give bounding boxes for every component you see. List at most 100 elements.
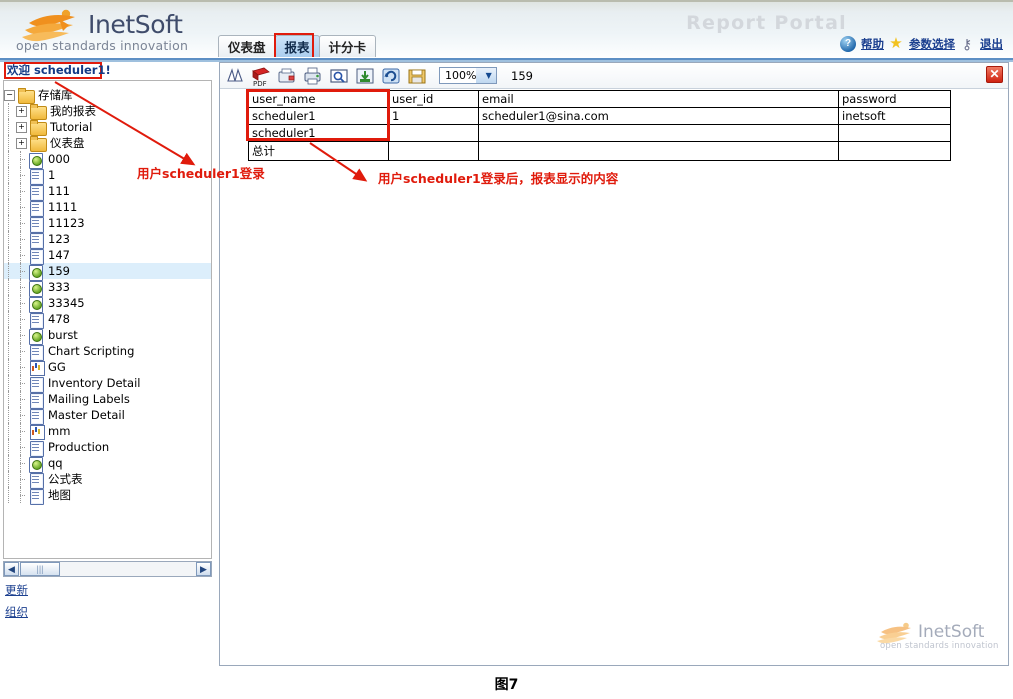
tree-item[interactable]: 地图 — [4, 487, 211, 503]
scroll-left-arrow[interactable]: ◀ — [4, 562, 19, 576]
tree-item[interactable]: + 仪表盘 — [4, 135, 211, 151]
save-icon[interactable] — [406, 65, 428, 87]
tree-item-label: GG — [48, 360, 66, 375]
logout-link[interactable]: 退出 — [980, 36, 1003, 52]
column-header: user_name — [249, 91, 389, 108]
annotation-report-content-label: 用户scheduler1登录后，报表显示的内容 — [378, 168, 618, 187]
refresh-icon[interactable] — [380, 65, 402, 87]
tree-item[interactable]: qq — [4, 455, 211, 471]
tree-guide-line — [4, 439, 13, 455]
tree-item-label: 仪表盘 — [50, 136, 85, 151]
footer-brand-tagline: open standards innovation — [880, 641, 999, 651]
scrollbar-thumb[interactable]: ||| — [20, 562, 60, 576]
tree-guide-line — [16, 423, 25, 439]
tree-item[interactable]: Production — [4, 439, 211, 455]
table-cell — [839, 142, 951, 161]
tab-scorecard[interactable]: 计分卡 — [319, 35, 377, 59]
scrollbar-track[interactable] — [60, 562, 196, 576]
tree-guide-line — [16, 439, 25, 455]
chevron-down-icon[interactable]: ▼ — [476, 68, 496, 83]
folder-icon — [18, 88, 34, 103]
tree-item[interactable]: Chart Scripting — [4, 343, 211, 359]
report-icon — [28, 216, 44, 231]
brand-tagline: open standards innovation — [16, 38, 188, 53]
table-cell: scheduler1 — [249, 108, 389, 125]
report-icon — [28, 312, 44, 327]
tree-item[interactable]: 公式表 — [4, 471, 211, 487]
report-icon — [28, 440, 44, 455]
preferences-link[interactable]: 参数选择 — [909, 36, 955, 52]
key-icon[interactable]: ⚷ — [959, 36, 975, 52]
tree-item-label: Mailing Labels — [48, 392, 130, 407]
table-cell — [479, 142, 839, 161]
refresh-link[interactable]: 更新 — [5, 582, 28, 598]
tree-item-label: 我的报表 — [50, 104, 96, 119]
tab-reports[interactable]: 报表 — [275, 35, 320, 59]
report-icon — [28, 408, 44, 423]
table-cell: scheduler1@sina.com — [479, 108, 839, 125]
app-header: InetSoft open standards innovation Repor… — [0, 0, 1013, 58]
tree-item-label: 11123 — [48, 216, 85, 231]
tree-item[interactable]: Inventory Detail — [4, 375, 211, 391]
tree-item[interactable]: 147 — [4, 247, 211, 263]
organize-link[interactable]: 组织 — [5, 604, 28, 620]
help-icon[interactable]: ? — [840, 36, 856, 52]
close-icon[interactable]: ✕ — [986, 66, 1003, 83]
tree-guide-line — [4, 407, 13, 423]
search-icon[interactable] — [328, 65, 350, 87]
expand-icon[interactable]: + — [16, 106, 27, 117]
tree-item-label: 存储库 — [38, 88, 73, 103]
tree-item[interactable]: 478 — [4, 311, 211, 327]
figure-caption: 图7 — [0, 674, 1013, 694]
tree-item[interactable]: 111 — [4, 183, 211, 199]
tree-item[interactable]: Mailing Labels — [4, 391, 211, 407]
print-icon[interactable] — [302, 65, 324, 87]
tree-item[interactable]: − 存储库 — [4, 87, 211, 103]
tree-item[interactable]: 1111 — [4, 199, 211, 215]
tree-guide-line — [4, 103, 13, 119]
tree-item[interactable]: 123 — [4, 231, 211, 247]
tree-item-label: 478 — [48, 312, 70, 327]
tree-item[interactable]: burst — [4, 327, 211, 343]
tab-dashboard[interactable]: 仪表盘 — [218, 35, 276, 59]
export-icon[interactable] — [354, 65, 376, 87]
tree-item[interactable]: 159 — [4, 263, 211, 279]
mail-icon[interactable] — [276, 65, 298, 87]
tree-guide-line — [16, 247, 25, 263]
tree-guide-line — [4, 455, 13, 471]
expand-icon[interactable]: + — [16, 122, 27, 133]
tree-guide-line — [16, 215, 25, 231]
tree-guide-line — [16, 407, 25, 423]
pdf-icon[interactable]: PDF — [250, 65, 272, 87]
tree-horizontal-scrollbar[interactable]: ◀ ||| ▶ — [3, 561, 212, 577]
tree-item-label: 000 — [48, 152, 70, 167]
expand-icon[interactable]: + — [16, 138, 27, 149]
archive-icon[interactable] — [224, 65, 246, 87]
repository-tree-panel[interactable]: −存储库+我的报表+Tutorial+仪表盘000111111111112312… — [3, 80, 212, 559]
tree-item[interactable]: +Tutorial — [4, 119, 211, 135]
collapse-icon[interactable]: − — [4, 90, 15, 101]
column-header: email — [479, 91, 839, 108]
tree-guide-line — [4, 311, 13, 327]
tree-item[interactable]: 333 — [4, 279, 211, 295]
tree-item-label: 公式表 — [48, 472, 83, 487]
zoom-value: 100% — [440, 69, 476, 82]
sidebar-links: 更新 组织 — [5, 582, 28, 626]
tree-item[interactable]: 11123 — [4, 215, 211, 231]
scroll-right-arrow[interactable]: ▶ — [196, 562, 211, 576]
scheduled-icon — [28, 280, 44, 295]
tree-item[interactable]: GG — [4, 359, 211, 375]
tree-item-label: Inventory Detail — [48, 376, 140, 391]
tree-item[interactable]: + 我的报表 — [4, 103, 211, 119]
tree-guide-line — [4, 359, 13, 375]
zoom-select[interactable]: 100% ▼ — [439, 67, 497, 84]
tree-guide-line — [16, 375, 25, 391]
tree-item[interactable]: mm — [4, 423, 211, 439]
help-link[interactable]: 帮助 — [861, 36, 884, 52]
tree-item[interactable]: 33345 — [4, 295, 211, 311]
tree-item[interactable]: Master Detail — [4, 407, 211, 423]
tree-item-label: burst — [48, 328, 78, 343]
star-icon[interactable]: ★ — [888, 36, 904, 52]
table-row: 总计 — [249, 142, 951, 161]
table-cell: 1 — [389, 108, 479, 125]
